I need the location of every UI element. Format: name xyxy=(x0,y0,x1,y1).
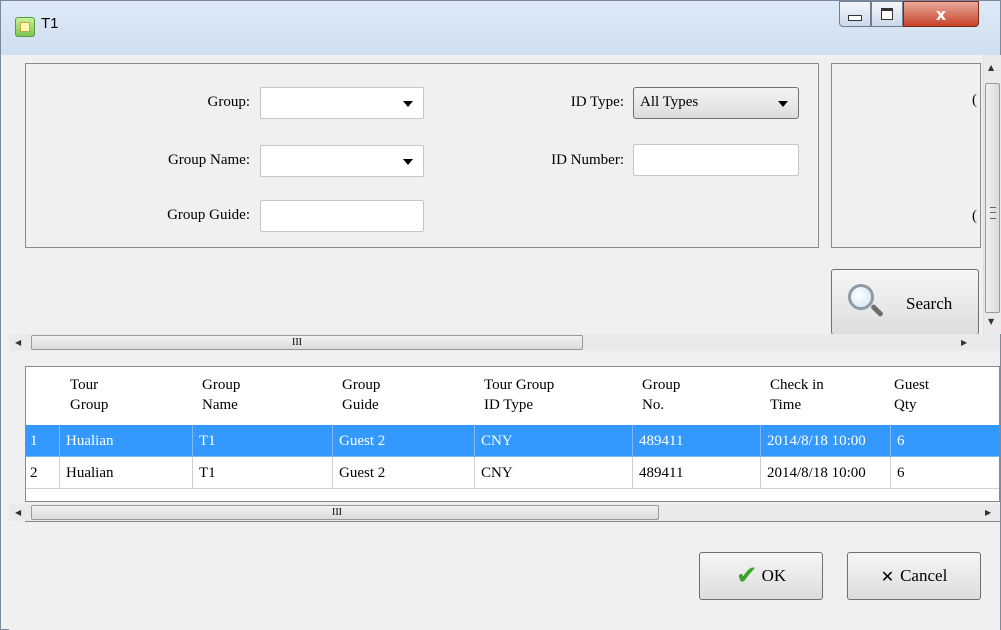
horizontal-scroll-thumb[interactable]: III xyxy=(31,505,659,520)
scroll-down-icon[interactable]: ▼ xyxy=(988,317,994,326)
close-window-button[interactable]: x xyxy=(903,1,979,27)
table-row[interactable]: 2 Hualian T1 Guest 2 CNY 489411 2014/8/1… xyxy=(26,457,999,489)
dialog-window: T1 x Group: Group Name: Group Guide: ID … xyxy=(0,0,1001,630)
top-vertical-scrollbar[interactable]: ▲ ▼ xyxy=(983,55,1001,334)
grip-icon: III xyxy=(292,337,302,348)
cell-guest-qty[interactable]: 6 xyxy=(891,457,999,489)
chevron-down-icon xyxy=(403,101,413,107)
window-title: T1 xyxy=(41,15,59,32)
group-label: Group: xyxy=(207,94,251,110)
group-name-label: Group Name: xyxy=(167,152,250,168)
col-header-group-guide[interactable]: Group Guide xyxy=(342,375,380,415)
right-panel-fragment: ( xyxy=(972,92,977,108)
scroll-left-icon[interactable]: ◀ xyxy=(15,508,21,517)
group-combo[interactable] xyxy=(260,87,424,119)
scroll-right-icon[interactable]: ▶ xyxy=(985,508,991,517)
cell-group-name[interactable]: T1 xyxy=(193,457,333,489)
cell-id-type[interactable]: CNY xyxy=(475,457,633,489)
scroll-right-icon[interactable]: ▶ xyxy=(961,338,967,347)
dialog-client-area: Group: Group Name: Group Guide: ID Type:… xyxy=(9,55,1001,630)
close-icon: ✕ xyxy=(880,566,895,586)
ok-button-label: OK xyxy=(761,566,787,585)
top-horizontal-scrollbar[interactable]: ◀ III ▶ xyxy=(9,334,1000,351)
cell-tour-group[interactable]: Hualian xyxy=(60,425,193,457)
col-header-group-name[interactable]: Group Name xyxy=(202,375,240,415)
cell-guest-qty[interactable]: 6 xyxy=(891,425,999,457)
cell-check-in-time[interactable]: 2014/8/18 10:00 xyxy=(761,457,891,489)
cell-check-in-time[interactable]: 2014/8/18 10:00 xyxy=(761,425,891,457)
row-number: 2 xyxy=(26,457,60,489)
search-icon-handle xyxy=(870,303,884,318)
id-type-combo[interactable]: All Types xyxy=(633,87,799,119)
col-header-group-no[interactable]: Group No. xyxy=(642,375,680,415)
row-number: 1 xyxy=(26,425,60,457)
col-header-guest-qty[interactable]: Guest Qty xyxy=(894,375,929,415)
maximize-button[interactable] xyxy=(871,1,903,27)
minimize-button[interactable] xyxy=(839,1,871,27)
id-type-label: ID Type: xyxy=(570,94,624,110)
cell-group-guide[interactable]: Guest 2 xyxy=(333,457,475,489)
app-icon xyxy=(15,17,35,37)
filter-panel: Group: Group Name: Group Guide: ID Type:… xyxy=(25,63,819,248)
search-button[interactable]: Search xyxy=(831,269,979,335)
group-guide-label: Group Guide: xyxy=(167,207,250,223)
scroll-left-icon[interactable]: ◀ xyxy=(15,338,21,347)
right-filter-panel: ( ( xyxy=(831,63,981,248)
vertical-scroll-thumb[interactable] xyxy=(985,83,1000,313)
col-header-tour-group[interactable]: Tour Group xyxy=(70,375,108,415)
cancel-button-label: Cancel xyxy=(900,566,948,585)
scroll-up-icon[interactable]: ▲ xyxy=(988,63,994,72)
chevron-down-icon xyxy=(778,101,788,107)
maximize-icon xyxy=(881,8,893,20)
group-guide-input[interactable] xyxy=(260,200,424,232)
chevron-down-icon xyxy=(403,159,413,165)
col-header-id-type[interactable]: Tour Group ID Type xyxy=(484,375,554,415)
results-grid[interactable]: Tour Group Group Name Group Guide Tour Grou… xyxy=(25,366,1000,502)
right-panel-fragment: ( xyxy=(972,208,977,224)
col-header-check-in-time[interactable]: Check in Time xyxy=(770,375,824,415)
cell-id-type[interactable]: CNY xyxy=(475,425,633,457)
close-icon: x xyxy=(935,4,947,24)
search-button-label: Search xyxy=(906,294,953,313)
id-number-label: ID Number: xyxy=(551,152,624,168)
group-name-combo[interactable] xyxy=(260,145,424,177)
grip-icon: III xyxy=(332,507,342,518)
cell-group-name[interactable]: T1 xyxy=(193,425,333,457)
cell-group-no[interactable]: 489411 xyxy=(633,457,761,489)
cell-tour-group[interactable]: Hualian xyxy=(60,457,193,489)
title-bar[interactable]: T1 x xyxy=(1,1,1000,55)
grip-icon xyxy=(990,207,996,219)
cell-group-no[interactable]: 489411 xyxy=(633,425,761,457)
grid-header: Tour Group Group Name Group Guide Tour Grou… xyxy=(26,367,999,425)
checkmark-icon: ✔ xyxy=(735,561,758,591)
button-bar: ✔ OK ✕ Cancel xyxy=(25,521,1000,626)
grid-horizontal-scrollbar[interactable]: ◀ III ▶ xyxy=(9,504,1000,521)
minimize-icon xyxy=(848,15,862,21)
horizontal-scroll-thumb[interactable]: III xyxy=(31,335,583,350)
cell-group-guide[interactable]: Guest 2 xyxy=(333,425,475,457)
id-type-value: All Types xyxy=(640,94,699,110)
cancel-button[interactable]: ✕ Cancel xyxy=(847,552,981,600)
ok-button[interactable]: ✔ OK xyxy=(699,552,823,600)
id-number-input[interactable] xyxy=(633,144,799,176)
table-row[interactable]: 1 Hualian T1 Guest 2 CNY 489411 2014/8/1… xyxy=(26,425,999,457)
